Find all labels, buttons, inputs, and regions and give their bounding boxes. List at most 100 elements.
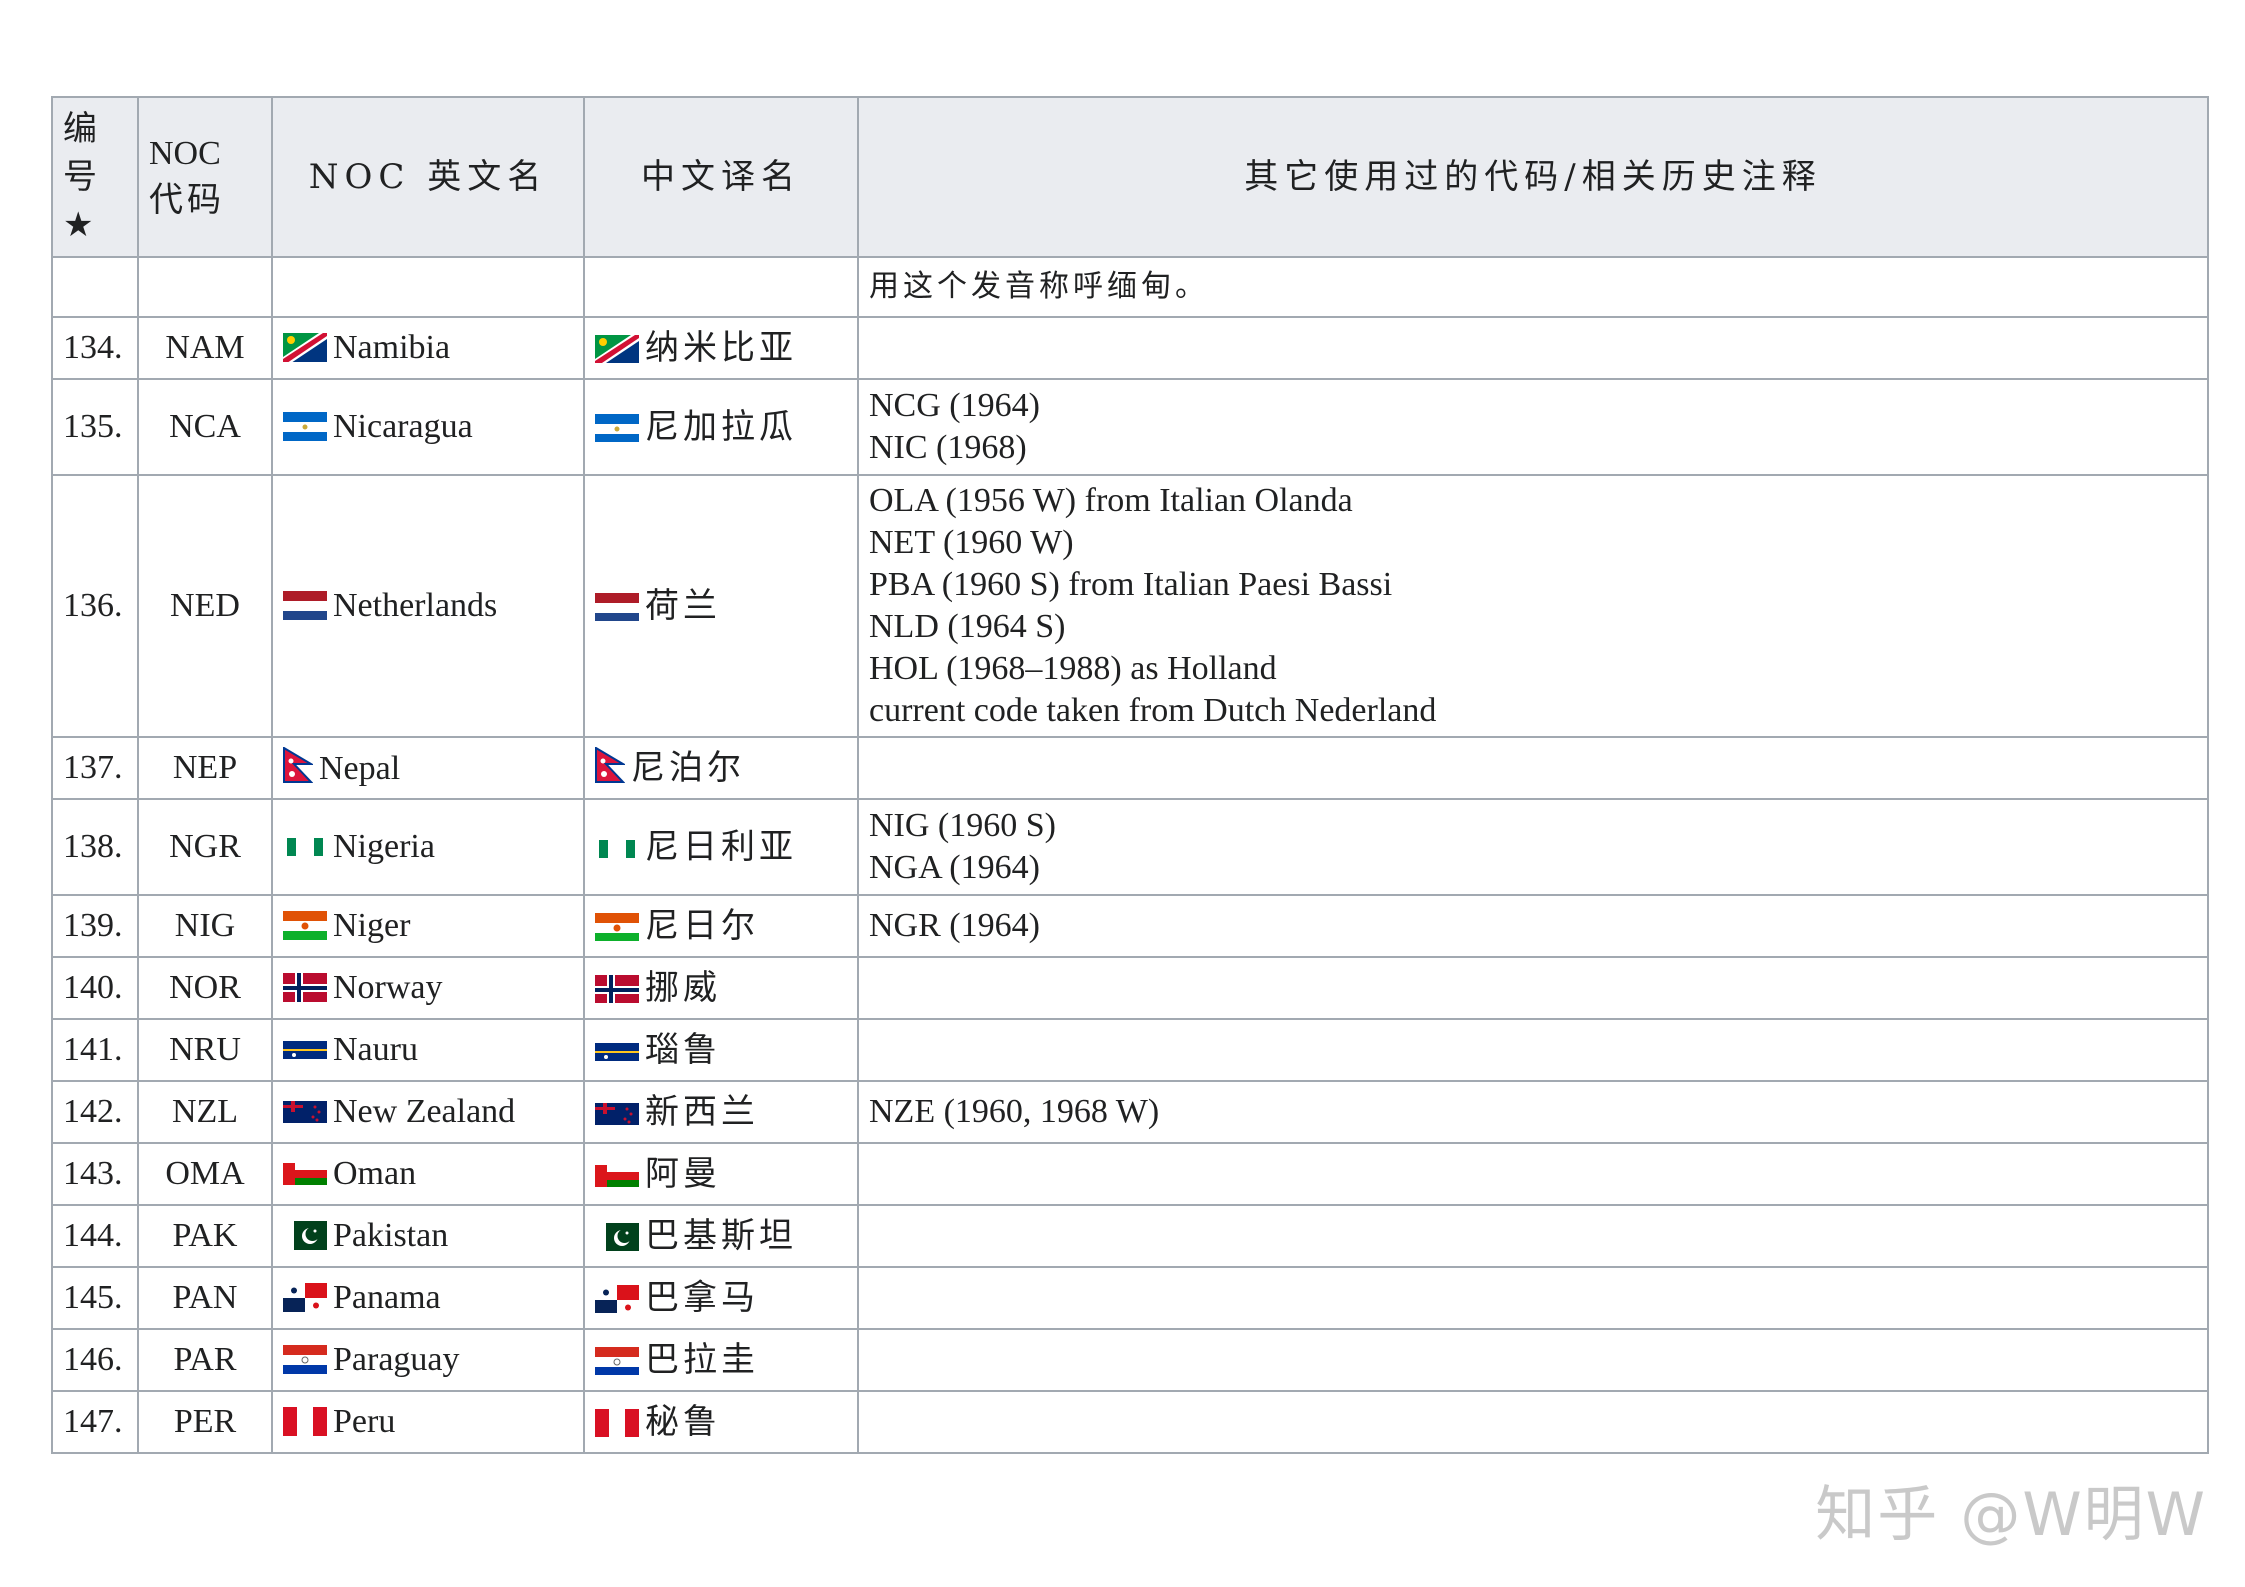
nicaragua-flag-icon — [595, 412, 639, 442]
chinese-name-link[interactable]: 尼日尔 — [645, 906, 759, 946]
english-name-link[interactable]: Netherlands — [333, 587, 497, 624]
noc-code: NRU — [137, 1018, 273, 1082]
chinese-name: 纳米比亚 — [583, 316, 859, 380]
row-number: 147. — [51, 1390, 139, 1454]
notes-cell: 用这个发音称呼缅甸。 — [857, 256, 2209, 318]
english-name-link[interactable]: Nicaragua — [333, 408, 473, 445]
note-line: NIC (1968) — [869, 429, 1027, 466]
english-name-link[interactable]: Pakistan — [333, 1217, 448, 1254]
namibia-flag-icon — [283, 332, 327, 362]
chinese-name: 瑙鲁 — [583, 1018, 859, 1082]
english-name-link[interactable]: Peru — [333, 1403, 395, 1440]
table-row: 147. PER Peru 秘鲁 — [51, 1390, 2209, 1454]
nicaragua-flag-icon — [283, 411, 327, 441]
english-name: Peru — [271, 1390, 585, 1454]
nigeria-flag-icon — [283, 831, 327, 861]
english-name: Oman — [271, 1142, 585, 1206]
netherlands-flag-icon — [595, 591, 639, 621]
notes-cell — [857, 1328, 2209, 1392]
row-number: 139. — [51, 894, 139, 958]
norway-flag-icon — [283, 972, 327, 1002]
table-row: 140. NOR Norway 挪威 — [51, 956, 2209, 1020]
noc-code: PAR — [137, 1328, 273, 1392]
english-name: Namibia — [271, 316, 585, 380]
chinese-name-link[interactable]: 尼加拉瓜 — [645, 407, 797, 447]
noc-code: NAM — [137, 316, 273, 380]
english-name-link[interactable]: Niger — [333, 907, 410, 944]
noc-code: OMA — [137, 1142, 273, 1206]
header-code-line: NOC — [149, 135, 221, 172]
row-number: 146. — [51, 1328, 139, 1392]
english-name-link[interactable]: Nigeria — [333, 828, 435, 865]
header-chinese-name: 中文译名 — [583, 96, 859, 258]
chinese-name-link[interactable]: 新西兰 — [645, 1092, 759, 1132]
row-number: 143. — [51, 1142, 139, 1206]
table-row: 143. OMA Oman 阿曼 — [51, 1142, 2209, 1206]
english-name: Niger — [271, 894, 585, 958]
english-name-link[interactable]: Norway — [333, 969, 443, 1006]
noc-code: PER — [137, 1390, 273, 1454]
notes-cell — [857, 956, 2209, 1020]
header-code: NOC 代码 — [137, 96, 273, 258]
paraguay-flag-icon — [283, 1344, 327, 1374]
chinese-name-link[interactable]: 荷兰 — [645, 586, 721, 626]
chinese-name-link[interactable]: 巴拉圭 — [645, 1340, 759, 1380]
chinese-name-link[interactable]: 尼日利亚 — [645, 827, 797, 867]
english-name: Nicaragua — [271, 378, 585, 476]
english-name: Paraguay — [271, 1328, 585, 1392]
table-cell — [583, 256, 859, 318]
chinese-name: 巴拿马 — [583, 1266, 859, 1330]
nauru-flag-icon — [283, 1034, 327, 1064]
nepal-flag-icon — [595, 747, 625, 783]
oman-flag-icon — [283, 1158, 327, 1188]
chinese-name-link[interactable]: 纳米比亚 — [645, 328, 797, 368]
chinese-name-link[interactable]: 巴基斯坦 — [645, 1216, 797, 1256]
chinese-name-link[interactable]: 秘鲁 — [645, 1402, 721, 1442]
chinese-name: 巴基斯坦 — [583, 1204, 859, 1268]
chinese-name: 尼加拉瓜 — [583, 378, 859, 476]
header-number-line: 编 — [63, 109, 97, 149]
chinese-name-link[interactable]: 瑙鲁 — [645, 1030, 721, 1070]
note-line: NGA (1964) — [869, 849, 1040, 886]
english-name: Netherlands — [271, 474, 585, 738]
english-name-link[interactable]: Namibia — [333, 329, 450, 366]
header-row: 编 号 ★ NOC 代码 NOC 英文名 中文译名 其它使用过的代码/相关历史注… — [51, 96, 2209, 258]
table-row: 138. NGR Nigeria 尼日利亚 NIG (1960 S) NGA (1964) — [51, 798, 2209, 896]
peru-flag-icon — [595, 1407, 639, 1437]
table-row: 136. NED Netherlands 荷兰 OLA (1956 W) from It… — [51, 474, 2209, 738]
chinese-name: 尼泊尔 — [583, 736, 859, 800]
english-name: New Zealand — [271, 1080, 585, 1144]
row-number: 137. — [51, 736, 139, 800]
notes-cell — [857, 1204, 2209, 1268]
english-name-link[interactable]: New Zealand — [333, 1093, 515, 1130]
english-name-link[interactable]: Oman — [333, 1155, 416, 1192]
chinese-name-link[interactable]: 尼泊尔 — [631, 748, 745, 788]
chinese-name-link[interactable]: 巴拿马 — [645, 1278, 759, 1318]
notes-cell: NCG (1964) NIC (1968) — [857, 378, 2209, 476]
english-name-link[interactable]: Panama — [333, 1279, 441, 1316]
header-english-name: NOC 英文名 — [271, 96, 585, 258]
panama-flag-icon — [595, 1283, 639, 1313]
english-name-link[interactable]: Paraguay — [333, 1341, 460, 1378]
notes-cell: NGR (1964) — [857, 894, 2209, 958]
english-name-link[interactable]: Nepal — [319, 750, 400, 787]
note-line: NGR (1964) — [869, 907, 1040, 944]
row-number: 141. — [51, 1018, 139, 1082]
chinese-name: 尼日利亚 — [583, 798, 859, 896]
chinese-name: 尼日尔 — [583, 894, 859, 958]
chinese-name-link[interactable]: 挪威 — [645, 968, 721, 1008]
nigeria-flag-icon — [595, 832, 639, 862]
chinese-name-link[interactable]: 阿曼 — [645, 1154, 721, 1194]
row-number: 134. — [51, 316, 139, 380]
english-name-link[interactable]: Nauru — [333, 1031, 418, 1068]
chinese-name: 秘鲁 — [583, 1390, 859, 1454]
note-line: OLA (1956 W) from Italian Olanda — [869, 482, 1353, 519]
header-notes: 其它使用过的代码/相关历史注释 — [857, 96, 2209, 258]
chinese-name: 荷兰 — [583, 474, 859, 738]
english-name: Nigeria — [271, 798, 585, 896]
peru-flag-icon — [283, 1406, 327, 1436]
panama-flag-icon — [283, 1282, 327, 1312]
noc-code: NCA — [137, 378, 273, 476]
note-line: NIG (1960 S) — [869, 807, 1056, 844]
row-number: 136. — [51, 474, 139, 738]
